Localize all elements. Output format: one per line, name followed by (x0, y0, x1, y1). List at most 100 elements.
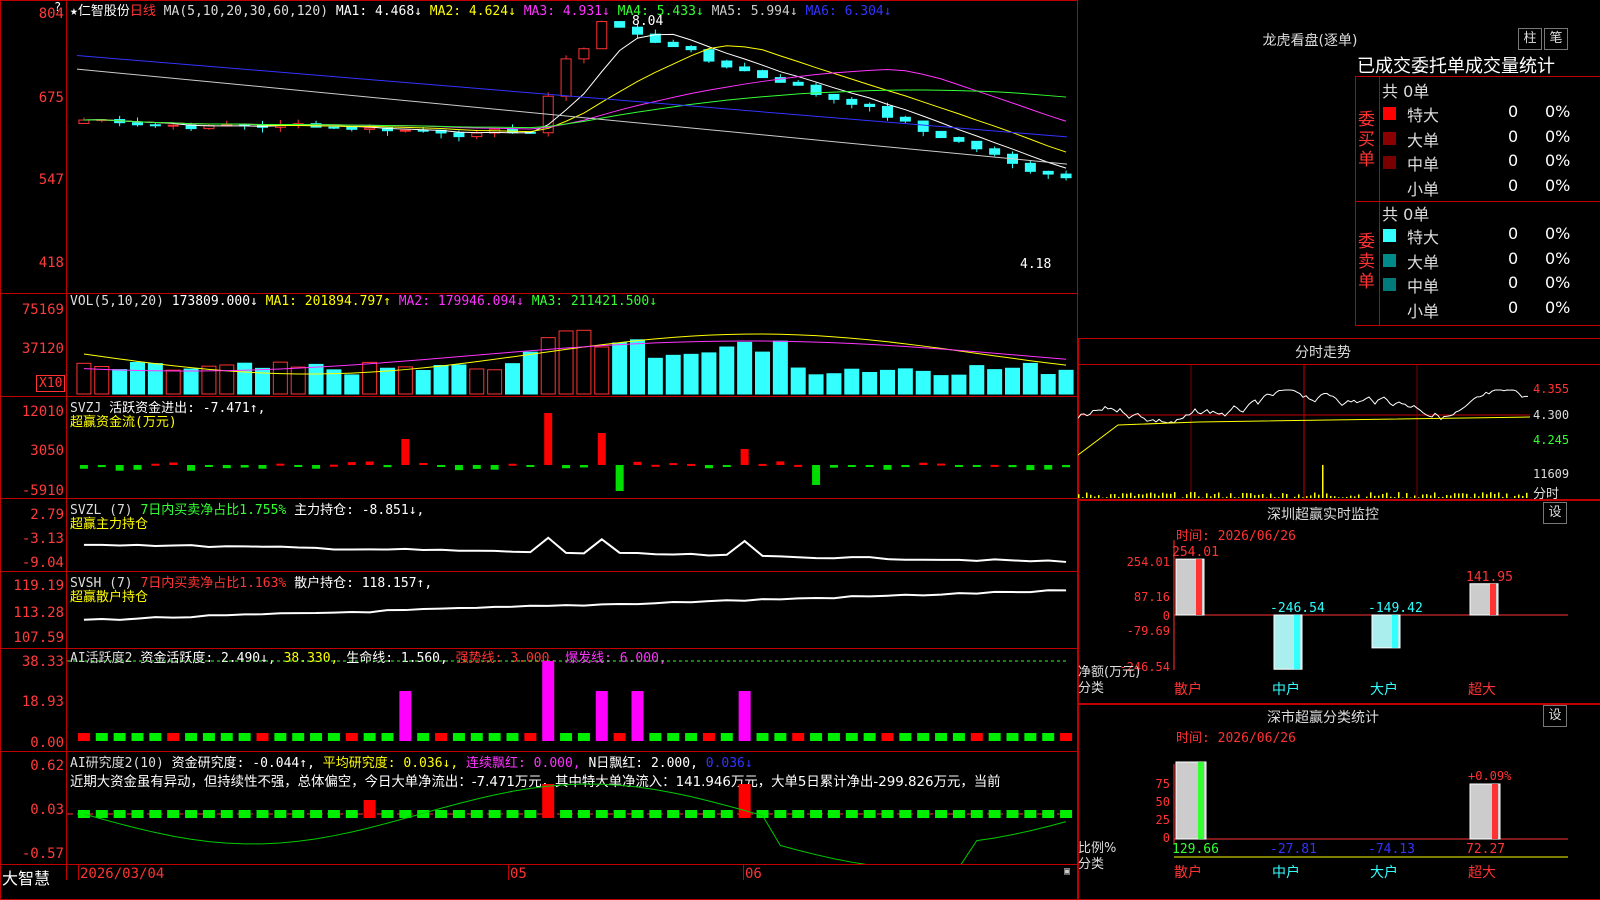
volume-bar (790, 367, 806, 395)
volume-bar (255, 367, 270, 395)
svzj-chart[interactable] (67, 397, 1077, 498)
research-bar (363, 800, 376, 818)
activity-bar (952, 733, 965, 741)
activity-bar (756, 733, 769, 741)
research-bar (470, 810, 483, 818)
money-flow-bar (365, 461, 374, 465)
research-bar (649, 810, 662, 818)
axis-tick-label: 75 (1156, 777, 1170, 791)
money-flow-bar (401, 439, 410, 465)
pct-label: +0.09% (1468, 769, 1512, 783)
intraday-volume-bar (1274, 497, 1276, 498)
sell-label: 委卖单 (1358, 232, 1375, 292)
research-bar (167, 810, 180, 818)
intraday-axis-low: 4.245 (1533, 433, 1570, 447)
bar-mode-button[interactable]: 柱 (1518, 28, 1542, 50)
research-bar (935, 810, 948, 818)
money-flow-bar (758, 463, 767, 466)
activity-bar (881, 733, 894, 741)
activity-bar (399, 691, 412, 741)
bar-value-label: 129.66 (1172, 842, 1219, 857)
activity-bar (292, 733, 305, 741)
intraday-volume-bar (1162, 492, 1164, 498)
money-flow-bar (972, 465, 981, 467)
money-flow-bar (651, 464, 660, 467)
volume-bar (362, 361, 378, 395)
monitor-chart[interactable]: 254.0187.160-79.69-246.54254.01散户-246.54… (1078, 540, 1568, 700)
intraday-volume-bar (1506, 493, 1508, 498)
y-tick: 804 (38, 6, 64, 22)
lhb-pct: 0% (1545, 273, 1571, 292)
activity-bar (131, 733, 144, 741)
research-bar (1006, 810, 1019, 818)
volume-bar (612, 342, 628, 395)
activity-bar (720, 733, 733, 741)
candle-body (471, 132, 483, 138)
activity-bar (988, 733, 1001, 741)
money-flow-bar (187, 465, 196, 471)
intraday-chart[interactable] (1078, 365, 1530, 500)
tick-mode-button[interactable]: 笔 (1544, 28, 1568, 50)
sell-total: 共 0单 (1382, 205, 1430, 224)
intraday-volume-bar (1082, 497, 1084, 498)
activity-bar (345, 733, 358, 741)
intraday-volume-bar (1470, 497, 1472, 498)
activity-bar (845, 733, 858, 741)
activity-bar (595, 691, 608, 741)
activity-bar (613, 733, 626, 741)
intraday-volume-bar (1182, 497, 1184, 498)
candle-body (614, 21, 626, 28)
candle-body (917, 120, 929, 132)
lhb-name: 大单 (1407, 252, 1440, 272)
ai1-chart[interactable] (67, 649, 1077, 751)
intraday-volume-bar (1334, 496, 1336, 498)
intraday-volume-bar (1090, 494, 1092, 498)
legend-swatch (1383, 278, 1396, 291)
classify-settings-button[interactable]: 设 (1543, 705, 1567, 727)
volume-bar (1005, 367, 1020, 395)
intraday-volume-bar (1138, 494, 1140, 498)
intraday-volume-bar (1302, 497, 1304, 498)
volume-bar (915, 370, 931, 395)
low-mark: 4.18 (1020, 257, 1052, 272)
volume-bar (880, 369, 895, 395)
sep-ai2 (0, 864, 1078, 865)
money-flow-bar (79, 465, 88, 469)
research-bar (685, 810, 698, 818)
svsh-chart[interactable] (67, 572, 1077, 648)
money-flow-bar (508, 463, 517, 466)
indicator-line (83, 536, 1067, 563)
axis-tick-label: -79.69 (1127, 624, 1170, 638)
intraday-volume-bar (1390, 496, 1392, 498)
money-flow-bar (847, 465, 856, 467)
money-flow-bar (990, 464, 999, 467)
bar-value-label: 254.01 (1172, 545, 1219, 560)
volume-bar (540, 337, 556, 395)
lhb-pct: 0% (1545, 297, 1571, 317)
candle-body (560, 58, 572, 97)
intraday-volume-bar (1366, 496, 1368, 498)
price-chart[interactable] (67, 0, 1077, 293)
volume-chart[interactable] (67, 294, 1077, 396)
intraday-volume-bar (1210, 496, 1212, 498)
money-flow-bar (97, 465, 106, 468)
lhb-pct: 0% (1545, 175, 1571, 195)
intraday-volume-bar (1286, 493, 1288, 498)
volume-bar (755, 351, 770, 395)
classify-chart[interactable]: 75 50 25 0 +0.09% 129.66 散户 -27.81 中户 -74.13 大户 72.… (1078, 744, 1568, 900)
intraday-volume-bar (1478, 496, 1480, 498)
candle-body (578, 48, 590, 60)
candle-body (667, 41, 679, 48)
candle-body (935, 130, 947, 139)
buy-label: 委买单 (1358, 110, 1375, 170)
intraday-volume-bar (1214, 494, 1216, 498)
monitor-settings-button[interactable]: 设 (1543, 502, 1567, 524)
unit-label: 比例% (1078, 841, 1116, 856)
volume-bar (969, 365, 985, 395)
lock-icon[interactable]: ▣ (1064, 866, 1070, 877)
svzl-chart[interactable] (67, 499, 1077, 571)
ai2-chart[interactable] (67, 752, 1077, 864)
research-bar (435, 810, 448, 818)
intraday-volume-bar (1422, 494, 1424, 498)
intraday-volume-bar (1110, 494, 1112, 498)
